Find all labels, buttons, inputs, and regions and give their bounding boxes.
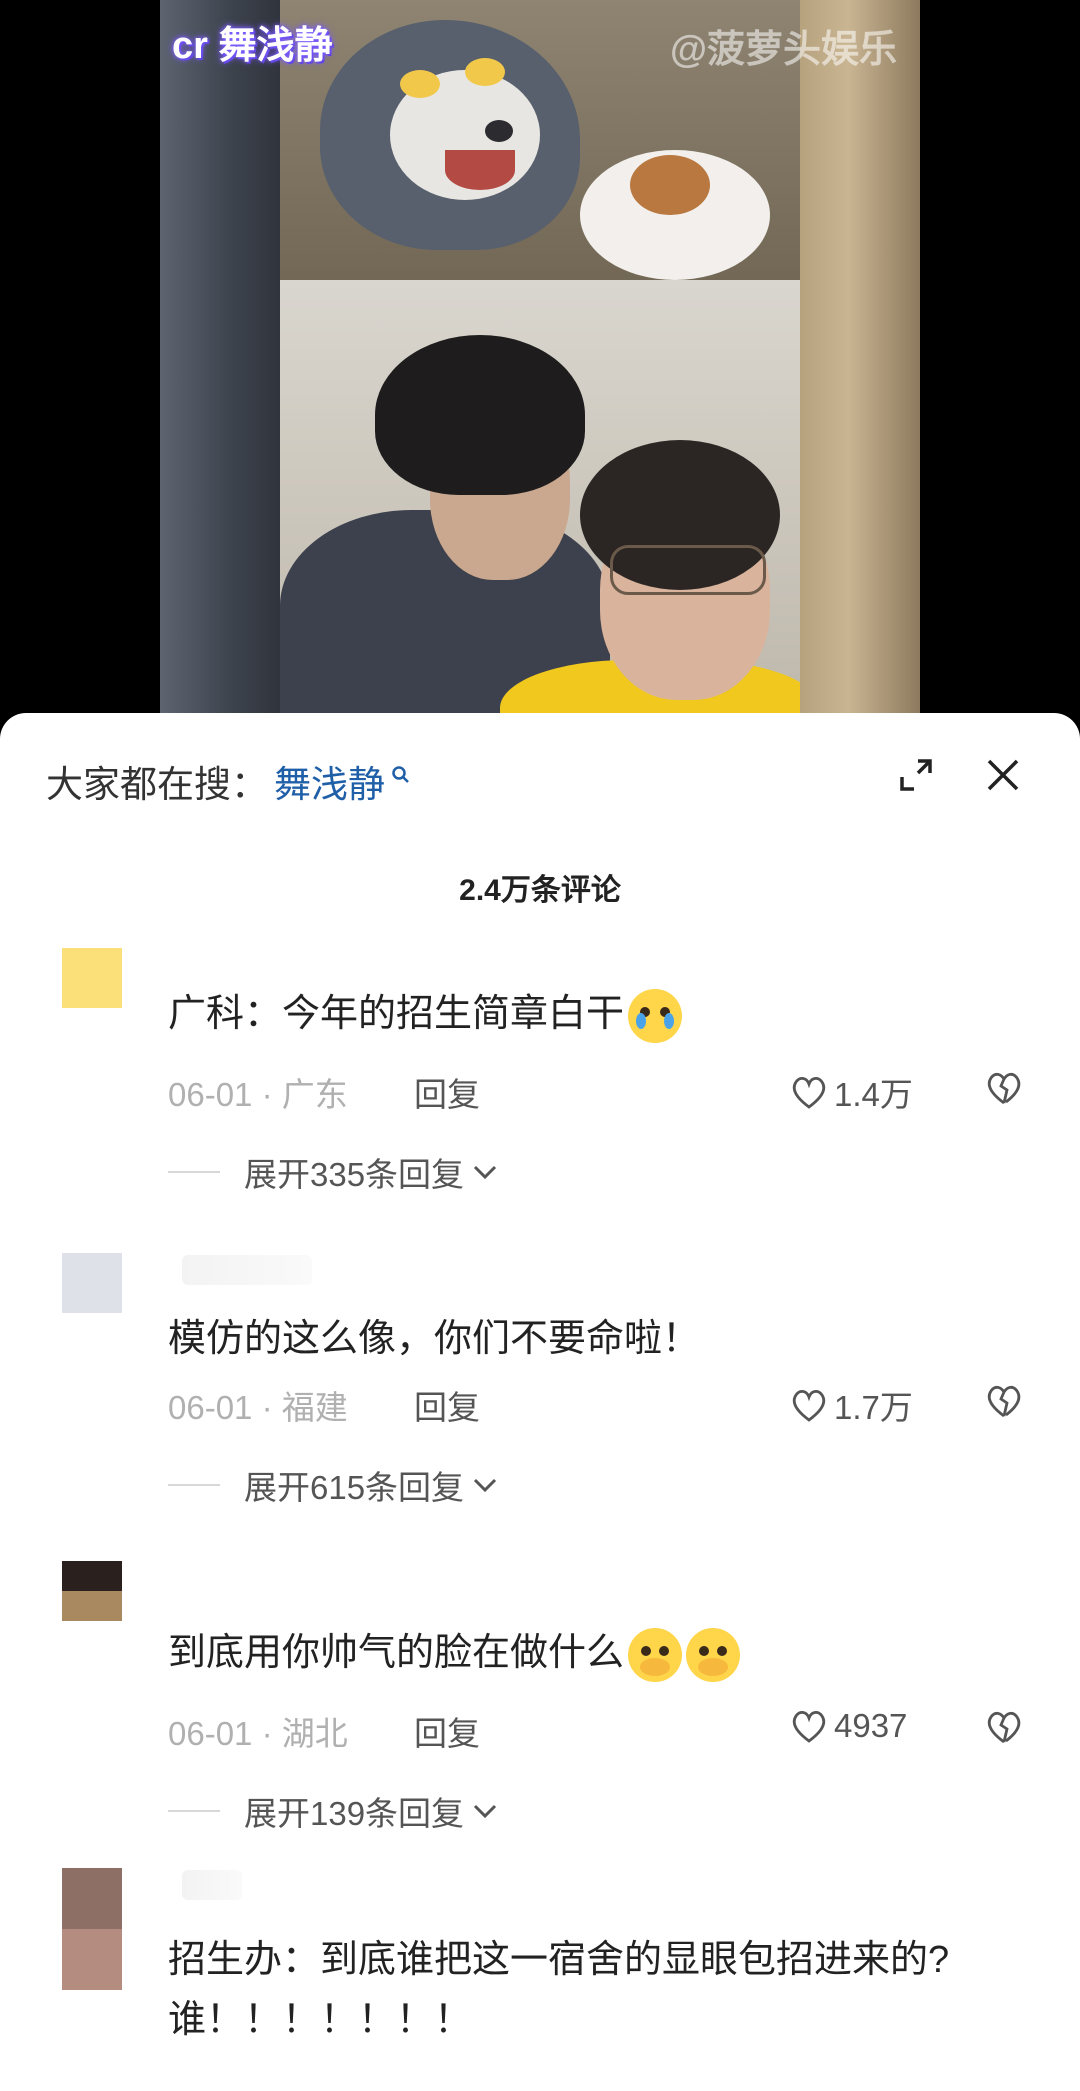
holding-back-tears-icon xyxy=(686,1627,741,1682)
expand-replies[interactable]: 展开615条回复 xyxy=(168,1461,500,1509)
comment-text-content: 广科：今年的招生简章白干 xyxy=(168,993,625,1035)
heart-icon xyxy=(792,1077,826,1109)
divider-line xyxy=(168,1484,220,1486)
cat-eye xyxy=(465,58,505,86)
comment-text: 广科：今年的招生简章白干 xyxy=(168,984,683,1044)
expand-replies-label: 展开615条回复 xyxy=(244,1469,465,1506)
comment-text-content: 到底用你帅气的脸在做什么 xyxy=(168,1632,625,1674)
cat-mouth xyxy=(445,150,515,190)
curtain-right xyxy=(800,0,920,730)
comment-text: 到底用你帅气的脸在做什么 xyxy=(168,1623,741,1683)
broken-heart-icon[interactable] xyxy=(984,1383,1024,1419)
cat-eye xyxy=(400,70,440,98)
search-icon xyxy=(392,766,409,783)
video-player[interactable]: cr 舞浅静 @菠萝头娱乐 xyxy=(0,0,1080,730)
comment-text: 招生办：到底谁把这一宿舍的显眼包招进来的? xyxy=(168,1939,950,1981)
avatar[interactable] xyxy=(62,1253,122,1313)
like-button[interactable]: 4937 xyxy=(790,1707,907,1745)
heart-icon xyxy=(792,1390,826,1422)
like-count: 4937 xyxy=(834,1707,908,1744)
video-credit: cr 舞浅静 xyxy=(172,25,333,67)
expand-replies-label: 展开139条回复 xyxy=(244,1795,465,1832)
chevron-down-icon xyxy=(474,1165,497,1180)
search-prefix: 大家都在搜： xyxy=(46,764,268,805)
holding-back-tears-icon xyxy=(628,1627,683,1682)
chevron-down-icon xyxy=(474,1804,497,1819)
curtain-left xyxy=(160,0,280,730)
comment-sheet: 大家都在搜： 舞浅静 2.4万条评论 广科：今年的招生简章白干 06-01 · … xyxy=(0,713,1080,2091)
search-term-link[interactable]: 舞浅静 xyxy=(274,754,385,808)
broken-heart-icon[interactable] xyxy=(984,1709,1024,1745)
comment-meta: 06-01 · 福建 xyxy=(168,1389,348,1426)
avatar[interactable] xyxy=(62,1868,122,1990)
expand-replies[interactable]: 展开335条回复 xyxy=(168,1148,500,1196)
video-watermark: @菠萝头娱乐 xyxy=(670,29,898,71)
divider-line xyxy=(168,1810,220,1812)
chevron-down-icon xyxy=(474,1478,497,1493)
cat-nose xyxy=(485,120,513,142)
close-icon[interactable] xyxy=(983,755,1023,795)
reply-button[interactable]: 回复 xyxy=(414,1068,480,1116)
reply-button[interactable]: 回复 xyxy=(414,1707,480,1755)
nickname[interactable] xyxy=(182,1255,312,1285)
broken-heart-icon[interactable] xyxy=(984,1070,1024,1106)
search-suggestion[interactable]: 大家都在搜： 舞浅静 xyxy=(46,753,411,809)
expand-replies-label: 展开335条回复 xyxy=(244,1156,465,1193)
mouse xyxy=(630,155,710,215)
reply-button[interactable]: 回复 xyxy=(414,1381,480,1429)
divider-line xyxy=(168,1171,220,1173)
expand-icon[interactable] xyxy=(896,755,936,795)
nickname[interactable] xyxy=(182,1870,242,1900)
like-button[interactable]: 1.4万 xyxy=(790,1068,913,1116)
person-hair xyxy=(375,335,585,495)
live-action-panel xyxy=(280,280,800,730)
comment-meta: 06-01 · 湖北 xyxy=(168,1715,348,1752)
video-frame xyxy=(160,0,920,730)
comment-meta: 06-01 · 广东 xyxy=(168,1076,348,1113)
like-button[interactable]: 1.7万 xyxy=(790,1381,913,1429)
expand-replies[interactable]: 展开139条回复 xyxy=(168,1787,500,1835)
avatar[interactable] xyxy=(62,1561,122,1621)
glasses xyxy=(610,545,766,595)
crying-face-icon xyxy=(628,988,683,1043)
comment-text: 模仿的这么像，你们不要命啦！ xyxy=(168,1318,701,1360)
avatar[interactable] xyxy=(62,948,122,1008)
comment-count: 2.4万条评论 xyxy=(459,874,621,907)
comment-text-line2: 谁！！！！！！！ xyxy=(168,1999,473,2041)
like-count: 1.4万 xyxy=(834,1076,913,1113)
like-count: 1.7万 xyxy=(834,1389,913,1426)
heart-icon xyxy=(792,1711,826,1743)
